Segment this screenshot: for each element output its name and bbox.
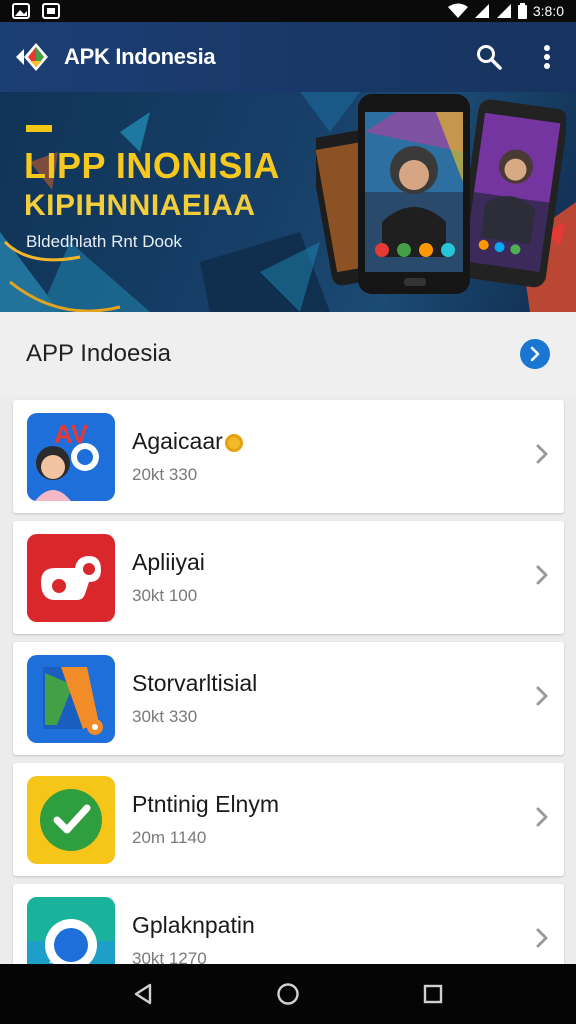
- promo-banner[interactable]: LIPP INONISIA KIPIHNNIAEIAA Bldedhlath R…: [0, 92, 576, 312]
- search-icon: [477, 45, 502, 70]
- chevron-right-icon: [536, 565, 548, 585]
- status-time: 3:8:0: [532, 3, 564, 19]
- app-list-item[interactable]: AV Agaicaar 20kt 330: [13, 400, 564, 513]
- app-meta: 20kt 330: [132, 465, 198, 484]
- app-list-item[interactable]: Apliiyai 30kt 100: [13, 521, 564, 634]
- section-more-button[interactable]: [520, 339, 550, 369]
- screen: 3:8:0 APK Indonesia LIPP INONISIA KIPIHN…: [0, 0, 576, 1024]
- back-icon: [134, 983, 151, 1005]
- banner-subtitle: Bldedhlath Rnt Dook: [26, 232, 182, 251]
- app-name: Storvarltisial: [132, 670, 258, 696]
- banner-headline: LIPP INONISIA: [24, 145, 280, 186]
- signal-icon: [496, 4, 511, 18]
- search-button[interactable]: [474, 42, 504, 72]
- image-icon: [42, 3, 60, 19]
- app-title: APK Indonesia: [64, 44, 216, 69]
- section-header: APP Indoesia: [0, 312, 576, 396]
- app-list: AV Agaicaar 20kt 330 Apliiyai 30kt 100 S…: [13, 400, 564, 1005]
- app-logo-icon: [16, 43, 48, 71]
- app-icon-tools: [27, 654, 115, 743]
- home-button[interactable]: [270, 976, 306, 1012]
- more-options-button[interactable]: [532, 42, 562, 72]
- chevron-right-icon: [530, 346, 540, 362]
- banner-headline-secondary: KIPIHNNIAEIAA: [24, 189, 256, 222]
- app-name: Ptntinig Elnym: [132, 791, 280, 817]
- coin-icon: [225, 433, 244, 452]
- back-button[interactable]: [125, 976, 161, 1012]
- home-icon: [277, 983, 299, 1005]
- app-icon-avatar: AV: [27, 412, 115, 501]
- app-meta: 20m 1140: [132, 828, 207, 847]
- chevron-right-icon: [536, 686, 548, 706]
- app-name: Agaicaar: [132, 428, 244, 455]
- gallery-icon: [12, 3, 30, 19]
- battery-icon: [517, 3, 527, 19]
- chevron-right-icon: [536, 928, 548, 948]
- chevron-right-icon: [536, 807, 548, 827]
- app-icon-game: [27, 533, 115, 622]
- app-list-item[interactable]: Ptntinig Elnym 20m 1140: [13, 763, 564, 876]
- section-title: APP Indoesia: [26, 340, 171, 367]
- app-name: Gplaknpatin: [132, 912, 255, 938]
- banner-accent-bar: [26, 125, 52, 132]
- app-meta: 30kt 100: [132, 586, 198, 605]
- app-list-item[interactable]: Storvarltisial 30kt 330: [13, 642, 564, 755]
- wifi-icon: [447, 3, 468, 18]
- more-vert-icon: [544, 45, 550, 69]
- phones-illustration: [316, 94, 566, 294]
- system-navigation-bar: [0, 964, 576, 1024]
- recents-icon: [424, 984, 443, 1004]
- app-icon-check: [27, 775, 115, 864]
- recents-button[interactable]: [415, 976, 451, 1012]
- app-name: Apliiyai: [132, 549, 205, 575]
- app-bar: APK Indonesia: [0, 22, 576, 92]
- app-meta: 30kt 330: [132, 707, 198, 726]
- status-bar: 3:8:0: [0, 0, 576, 22]
- chevron-right-icon: [536, 444, 548, 464]
- signal-icon: [474, 4, 489, 18]
